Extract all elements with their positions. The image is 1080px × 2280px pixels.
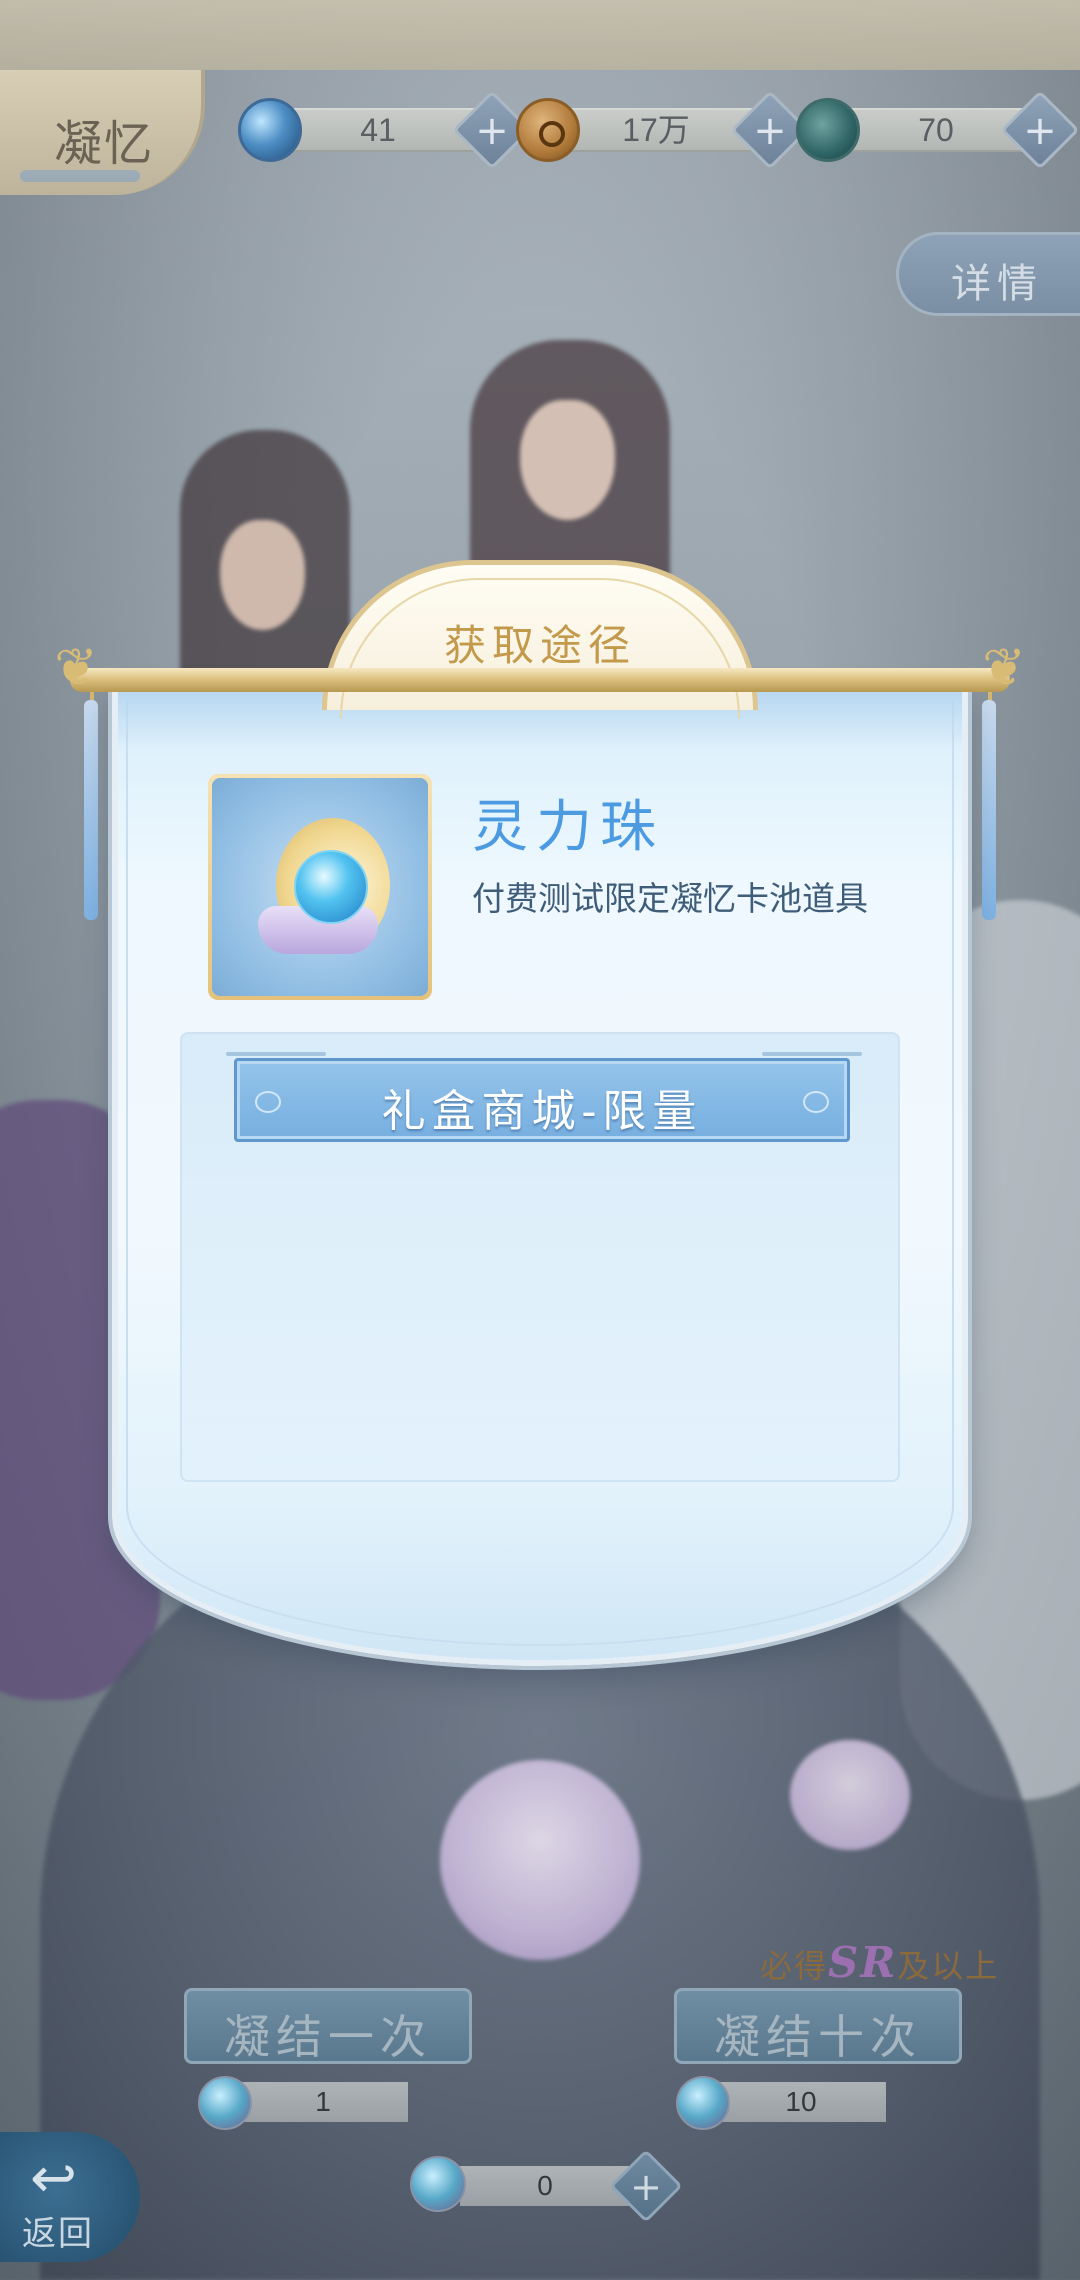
acquisition-modal: 获取途径 ❦ ❦ 灵力珠 付费测试限定凝忆卡池道具 礼盒商城-限量 bbox=[0, 0, 1080, 2280]
right-tassel bbox=[982, 700, 996, 920]
modal-title: 获取途径 bbox=[443, 621, 636, 670]
spirit-pearl-item-icon bbox=[212, 778, 428, 996]
rod-ornament-left-icon: ❦ bbox=[54, 638, 98, 698]
left-tassel bbox=[84, 700, 98, 920]
item-description: 付费测试限定凝忆卡池道具 bbox=[472, 879, 868, 918]
source-item-gift-shop[interactable]: 礼盒商城-限量 bbox=[234, 1058, 850, 1142]
item-icon-frame bbox=[208, 774, 432, 1000]
item-name: 灵力珠 bbox=[472, 795, 664, 860]
rod-ornament-right-icon: ❦ bbox=[982, 638, 1026, 698]
scroll-rod bbox=[70, 668, 1010, 692]
source-label: 礼盒商城-限量 bbox=[381, 1086, 703, 1137]
